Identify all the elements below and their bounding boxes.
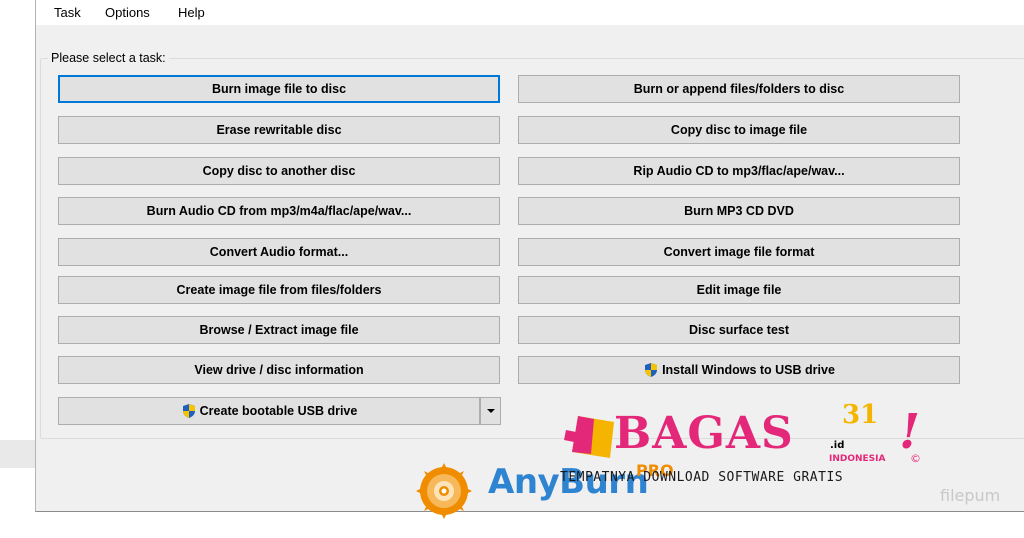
button-label: Create image file from files/folders (176, 283, 382, 297)
burn-mp3-button[interactable]: Burn MP3 CD DVD (518, 197, 960, 225)
bagas-copyright: © (910, 452, 921, 465)
menu-help[interactable]: Help (178, 5, 205, 20)
button-label: Install Windows to USB drive (662, 363, 835, 377)
bagas-wordmark: BAGAS (614, 408, 794, 459)
menu-bar: Task Options Help (36, 0, 1024, 25)
button-label: Browse / Extract image file (199, 323, 359, 337)
uac-shield-icon (645, 363, 658, 377)
burn-audio-cd-button[interactable]: Burn Audio CD from mp3/m4a/flac/ape/wav.… (58, 197, 500, 225)
bagas-tld: .id (830, 440, 845, 451)
button-label: Burn or append files/folders to disc (633, 82, 845, 96)
button-label: Burn Audio CD from mp3/m4a/flac/ape/wav.… (146, 204, 412, 218)
create-image-button[interactable]: Create image file from files/folders (58, 276, 500, 304)
button-label: View drive / disc information (194, 363, 364, 377)
menu-task[interactable]: Task (54, 5, 81, 20)
button-label: Create bootable USB drive (199, 404, 358, 418)
bootable-usb-dropdown-button[interactable] (480, 397, 501, 425)
rip-audio-button[interactable]: Rip Audio CD to mp3/flac/ape/wav... (518, 157, 960, 185)
copy-disc-to-image-button[interactable]: Copy disc to image file (518, 116, 960, 144)
erase-disc-button[interactable]: Erase rewritable disc (58, 116, 500, 144)
browse-extract-button[interactable]: Browse / Extract image file (58, 316, 500, 344)
bagas-number: 31 (842, 400, 879, 430)
disc-surface-test-button[interactable]: Disc surface test (518, 316, 960, 344)
anyburn-disc-logo-icon (416, 463, 472, 519)
filepuma-watermark: filepum (940, 486, 1001, 505)
edit-image-button[interactable]: Edit image file (518, 276, 960, 304)
bagas-flag-icon (564, 416, 614, 458)
burn-files-button[interactable]: Burn or append files/folders to disc (518, 75, 960, 103)
button-label: Edit image file (696, 283, 782, 297)
uac-shield-icon (182, 404, 195, 418)
button-label: Copy disc to another disc (202, 164, 356, 178)
button-label: Copy disc to image file (670, 123, 808, 137)
convert-image-format-button[interactable]: Convert image file format (518, 238, 960, 266)
button-label: Erase rewritable disc (216, 123, 342, 137)
button-label: Convert image file format (663, 245, 815, 259)
bagas-tagline: TEMPATNYA DOWNLOAD SOFTWARE GRATIS (560, 470, 844, 485)
convert-audio-button[interactable]: Convert Audio format... (58, 238, 500, 266)
button-label: Rip Audio CD to mp3/flac/ape/wav... (633, 164, 845, 178)
install-windows-usb-button[interactable]: Install Windows to USB drive (518, 356, 960, 384)
button-label: Burn image file to disc (211, 82, 347, 96)
button-label: Burn MP3 CD DVD (684, 204, 794, 218)
drive-info-button[interactable]: View drive / disc information (58, 356, 500, 384)
task-group-label: Please select a task: (48, 51, 169, 65)
burn-image-button[interactable]: Burn image file to disc (58, 75, 500, 103)
bagas-country: INDONESIA (829, 454, 886, 464)
button-label: Convert Audio format... (209, 245, 349, 259)
button-label: Disc surface test (688, 323, 790, 337)
copy-disc-button[interactable]: Copy disc to another disc (58, 157, 500, 185)
background-strip (0, 440, 35, 468)
chevron-down-icon (486, 409, 495, 413)
create-bootable-usb-button[interactable]: Create bootable USB drive (58, 397, 480, 425)
menu-options[interactable]: Options (105, 5, 150, 20)
